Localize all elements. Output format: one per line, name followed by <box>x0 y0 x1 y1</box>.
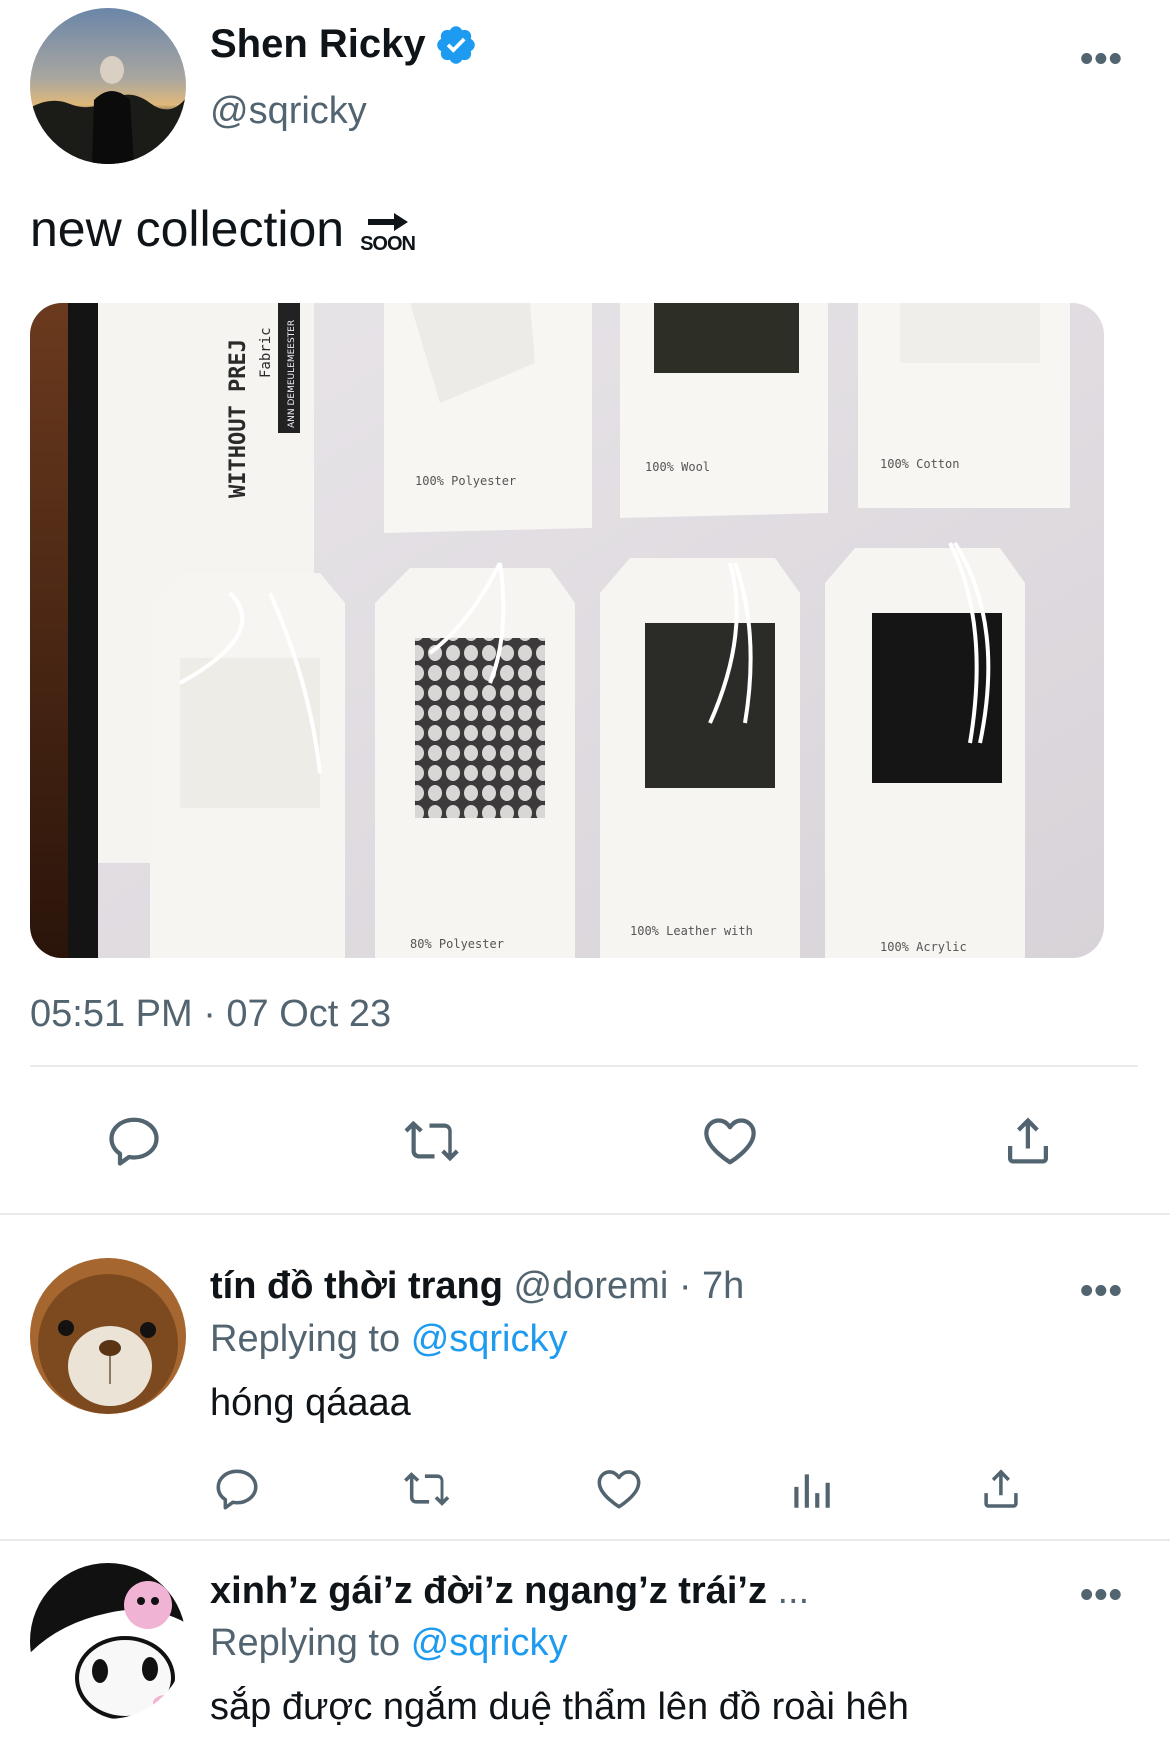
divider <box>30 1065 1138 1067</box>
more-options-icon[interactable]: ••• <box>1080 1270 1123 1313</box>
tag-bottom-1 <box>150 573 345 958</box>
tweet-text-row: new collection SOON <box>30 200 416 258</box>
tweet-text: new collection <box>30 201 345 257</box>
reply-text: sắp được ngắm duệ thẩm lên đồ roài hêh <box>210 1686 909 1728</box>
divider <box>0 1213 1170 1215</box>
more-options-icon[interactable]: ••• <box>1080 1574 1123 1617</box>
reply-handle-time[interactable]: @doremi · 7h <box>514 1265 745 1307</box>
replying-to-line: Replying to @sqricky <box>210 1622 568 1665</box>
photo-panel-brand: ANN DEMEULEMEESTER <box>287 320 297 428</box>
reply-display-name[interactable]: xinh’z gái’z đời’z ngang’z trái’z <box>210 1570 767 1612</box>
reply-avatar[interactable] <box>30 1563 186 1719</box>
replying-to-label: Replying to <box>210 1622 401 1664</box>
svg-text:100% Cotton: 100% Cotton <box>880 457 959 471</box>
author-display-name[interactable]: Shen Ricky <box>210 22 426 67</box>
reply-avatar[interactable] <box>30 1258 186 1414</box>
soon-label: SOON <box>360 233 416 255</box>
more-options-icon[interactable]: ••• <box>1080 38 1123 81</box>
tag-wool-top: 100% Wool <box>620 303 828 518</box>
replying-to-mention[interactable]: @sqricky <box>411 1318 568 1360</box>
author-avatar[interactable] <box>30 8 186 164</box>
share-icon[interactable] <box>976 1464 1026 1514</box>
tweet-timestamp[interactable]: 05:51 PM · 07 Oct 23 <box>30 993 391 1036</box>
tag-bottom-2: 80% Polyester <box>375 562 575 958</box>
reply-text: hóng qáaaa <box>210 1382 411 1424</box>
svg-text:100% Polyester: 100% Polyester <box>415 474 516 488</box>
tag-bottom-4: 100% Acrylic <box>825 541 1025 958</box>
replying-to-mention[interactable]: @sqricky <box>411 1622 568 1664</box>
soon-arrow-icon: SOON <box>360 210 416 255</box>
reply-header: tín đồ thời trang @doremi · 7h <box>210 1265 744 1308</box>
reply-icon[interactable] <box>212 1464 262 1514</box>
author-handle[interactable]: @sqricky <box>210 90 367 133</box>
photo-panel-subtitle: Fabric <box>258 327 274 378</box>
svg-text:80% Polyester: 80% Polyester <box>410 937 504 951</box>
svg-text:100% Acrylic: 100% Acrylic <box>880 940 967 954</box>
share-icon[interactable] <box>998 1111 1058 1171</box>
like-icon[interactable] <box>594 1464 644 1514</box>
verified-badge-icon <box>434 23 478 67</box>
replying-to-label: Replying to <box>210 1318 401 1360</box>
reply-icon[interactable] <box>104 1111 164 1171</box>
replying-to-line: Replying to @sqricky <box>210 1318 568 1361</box>
reply-header: xinh’z gái’z đời’z ngang’z trái’z ... <box>210 1570 809 1613</box>
tag-cotton-top: 100% Cotton <box>858 303 1070 508</box>
divider <box>0 1539 1170 1541</box>
reply-name-ellipsis: ... <box>777 1570 810 1612</box>
analytics-icon[interactable] <box>786 1464 836 1514</box>
svg-text:100% Leather with: 100% Leather with <box>630 924 753 938</box>
tag-bottom-3: 100% Leather with <box>600 558 800 958</box>
photo-panel-title: WITHOUT PREJ <box>226 339 251 498</box>
retweet-icon[interactable] <box>402 1464 452 1514</box>
tweet-media-photo[interactable]: WITHOUT PREJ Fabric ANN DEMEULEMEESTER 1… <box>30 303 1104 958</box>
svg-text:100% Wool: 100% Wool <box>645 460 710 474</box>
retweet-icon[interactable] <box>402 1111 462 1171</box>
reply-display-name[interactable]: tín đồ thời trang <box>210 1265 503 1307</box>
author-name-row: Shen Ricky <box>210 22 478 67</box>
tag-polyester-top: 100% Polyester <box>384 303 592 533</box>
like-icon[interactable] <box>700 1111 760 1171</box>
